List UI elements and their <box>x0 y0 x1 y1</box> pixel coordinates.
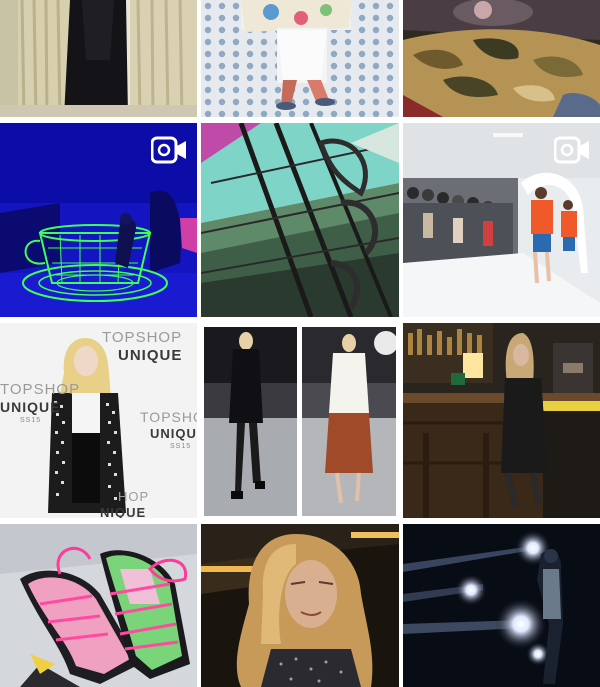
brand-unique-text: UNIQUE <box>0 399 61 415</box>
brand-unique-text: NIQUE <box>100 505 147 518</box>
photo-tile-topshop-unique-portrait[interactable]: TOPSHOP UNIQUE TOPSHOP UNIQUE SS15 TOPSH… <box>0 323 197 518</box>
instagram-photo-grid: TOPSHOP UNIQUE TOPSHOP UNIQUE SS15 TOPSH… <box>0 0 600 687</box>
photo-tile-runway-dotted-floor[interactable] <box>201 0 399 117</box>
brand-topshop-text: HOP <box>118 489 150 504</box>
photo-tile-skylight-sculpture[interactable] <box>201 123 399 317</box>
video-camera-icon <box>151 136 186 164</box>
brand-topshop-text: TOPSHOP <box>140 409 197 425</box>
photo-tile-spotlight-silhouette[interactable] <box>403 524 600 687</box>
photo-tile-neon-teacup[interactable] <box>0 123 197 317</box>
brand-season-text: SS15 <box>20 417 42 424</box>
spotlight-silhouette-photo <box>403 524 600 687</box>
runway-dotted-floor-photo <box>201 0 399 117</box>
bar-portrait-photo <box>403 323 600 518</box>
brand-unique-text: UNIQUE <box>150 426 197 441</box>
photo-tile-curtain-coat[interactable] <box>0 0 197 117</box>
photo-tile-catwalk-show[interactable] <box>403 123 600 317</box>
pink-lace-shoes-photo <box>0 524 197 687</box>
photo-tile-pink-lace-shoes[interactable] <box>0 524 197 687</box>
photo-tile-camo-bag-cat[interactable] <box>403 0 600 117</box>
photo-tile-bar-portrait[interactable] <box>403 323 600 518</box>
brand-topshop-text: TOPSHOP <box>102 329 183 346</box>
camo-bag-cat-photo <box>403 0 600 117</box>
runway-diptych-photo <box>201 323 399 518</box>
brand-season-text: SS15 <box>170 443 192 450</box>
photo-tile-selfie[interactable] <box>201 524 399 687</box>
skylight-sculpture-photo <box>201 123 399 317</box>
brand-topshop-text: TOPSHOP <box>0 381 81 398</box>
video-camera-icon <box>554 136 589 164</box>
curtain-coat-photo <box>0 0 197 117</box>
brand-unique-text: UNIQUE <box>118 347 183 364</box>
selfie-photo <box>201 524 399 687</box>
photo-tile-runway-diptych[interactable] <box>201 323 399 518</box>
